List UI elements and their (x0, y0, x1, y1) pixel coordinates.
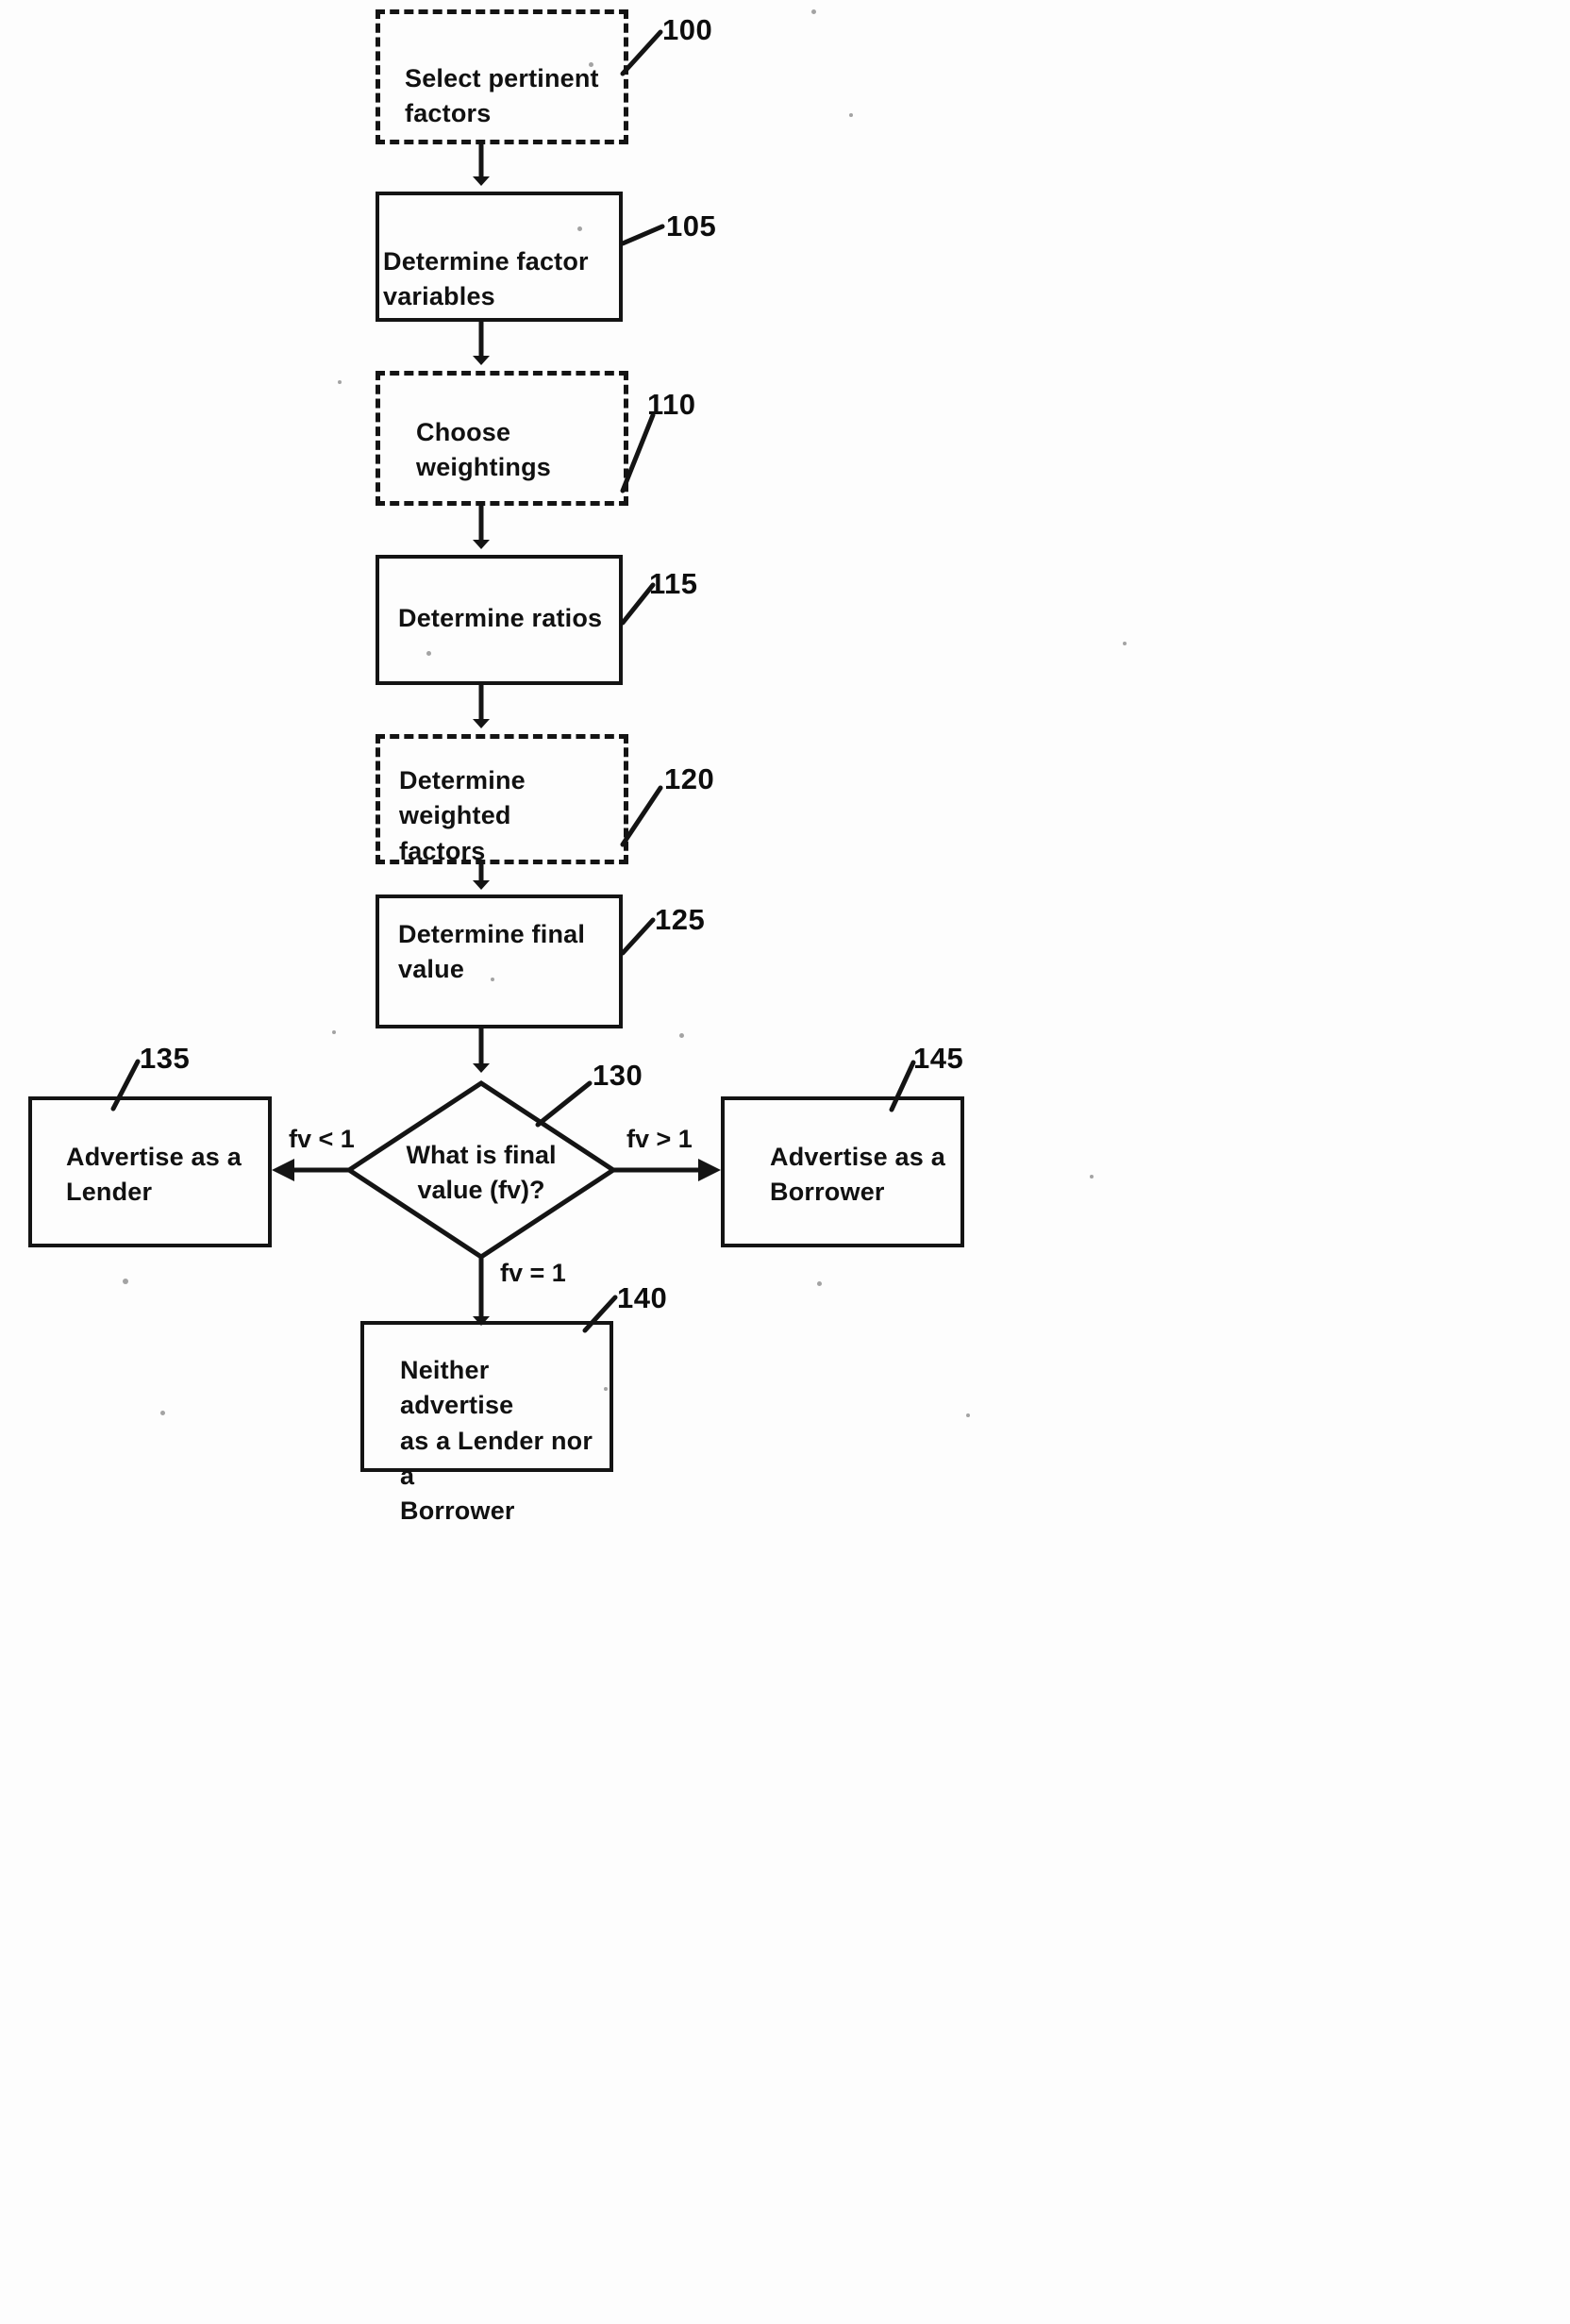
ref-numeral-105: 105 (666, 209, 717, 242)
node-145-advertise-as-borrower: Advertise as a Borrower (721, 1096, 964, 1247)
scan-speck (160, 1411, 165, 1415)
node-100-label: Select pertinent factors (405, 64, 599, 128)
node-130-decision: What is final value (fv)? (349, 1083, 613, 1257)
node-100-select-pertinent-factors: Select pertinent factors (376, 9, 628, 144)
ref-numeral-115: 115 (649, 567, 698, 600)
node-110-choose-weightings: Choose weightings (376, 371, 628, 506)
node-125-determine-final-value: Determine final value (376, 894, 623, 1028)
node-140-neither-advertise: Neither advertise as a Lender nor a Borr… (360, 1321, 613, 1525)
node-145-label: Advertise as a Borrower (770, 1143, 945, 1207)
node-120-label: Determine weighted factors (399, 766, 526, 865)
node-110-label: Choose weightings (416, 418, 551, 482)
ref-numeral-110: 110 (647, 388, 696, 421)
scan-speck (123, 1279, 128, 1284)
node-105-determine-factor-variables: Determine factor variables (376, 192, 623, 322)
ref-numeral-120: 120 (664, 762, 715, 795)
scan-speck (491, 978, 494, 981)
scan-speck (849, 113, 853, 117)
scan-speck (1090, 1175, 1094, 1179)
node-105-label: Determine factor variables (383, 247, 589, 311)
scan-speck (604, 1387, 608, 1391)
ref-numeral-135: 135 (140, 1042, 191, 1075)
ref-numeral-125: 125 (655, 903, 706, 936)
branch-label-right: fv > 1 (626, 1125, 693, 1153)
node-120-determine-weighted-factors: Determine weighted factors (376, 734, 628, 865)
scan-speck (966, 1413, 970, 1417)
node-125-label: Determine final value (398, 920, 586, 984)
ref-numeral-145: 145 (913, 1042, 964, 1075)
scan-speck (679, 1033, 684, 1038)
node-135-label: Advertise as a Lender (66, 1143, 242, 1207)
node-115-determine-ratios: Determine ratios (376, 555, 623, 685)
node-135-advertise-as-lender: Advertise as a Lender (28, 1096, 272, 1247)
ref-numeral-100: 100 (662, 13, 713, 46)
scan-speck (332, 1030, 336, 1034)
node-130-label: What is final value (fv)? (406, 1141, 557, 1204)
ref-numeral-130: 130 (593, 1059, 643, 1092)
node-140-label: Neither advertise as a Lender nor a Borr… (400, 1356, 593, 1525)
scan-speck (577, 226, 582, 231)
ref-numeral-140: 140 (617, 1281, 668, 1314)
scan-speck (589, 62, 593, 67)
node-115-label: Determine ratios (398, 604, 603, 632)
scan-speck (811, 9, 816, 14)
scan-speck (426, 651, 431, 656)
scan-speck (817, 1281, 822, 1286)
scan-speck (338, 380, 342, 384)
branch-label-left: fv < 1 (289, 1125, 355, 1153)
branch-label-down: fv = 1 (500, 1259, 566, 1287)
patent-flowchart-figure: Select pertinent factors 100 Determine f… (0, 0, 1570, 2324)
scan-speck (1123, 642, 1127, 645)
